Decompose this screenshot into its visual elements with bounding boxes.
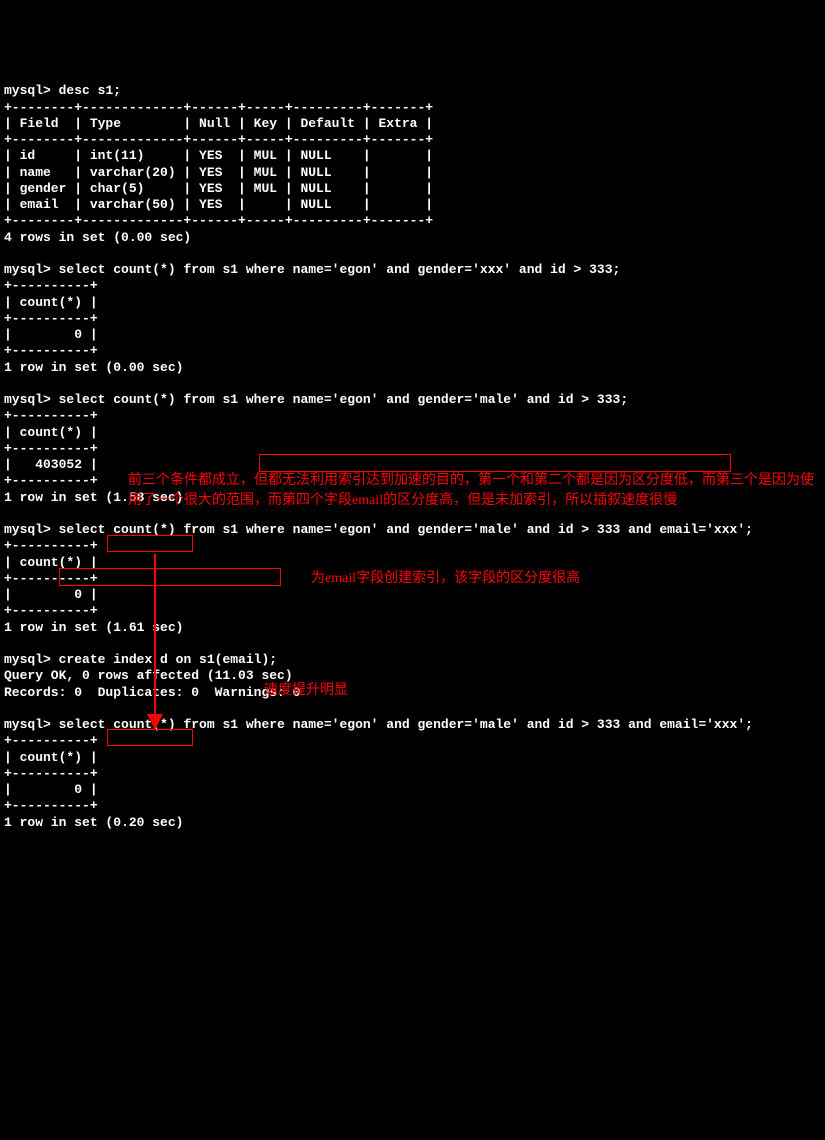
count-sep: +----------+ (4, 278, 98, 293)
highlight-box-where-clause (259, 454, 731, 472)
desc-row: | gender | char(5) | YES | MUL | NULL | … (4, 181, 433, 196)
count-row: | 0 | (4, 587, 98, 602)
count-row: | 0 | (4, 327, 98, 342)
annotation-speed-improved: 速度提升明显 (264, 681, 464, 701)
count-header: | count(*) | (4, 750, 98, 765)
mysql-prompt: mysql> (4, 392, 51, 407)
count-sep: +----------+ (4, 766, 98, 781)
desc-row: | id | int(11) | YES | MUL | NULL | | (4, 148, 433, 163)
mysql-prompt: mysql> (4, 262, 51, 277)
q1-timing: (0.00 sec) (105, 360, 183, 375)
count-sep: +----------+ (4, 311, 98, 326)
count-sep: +----------+ (4, 603, 98, 618)
highlight-box-create-index (59, 568, 281, 586)
mysql-prompt: mysql> (4, 522, 51, 537)
desc-header: | Field | Type | Null | Key | Default | … (4, 116, 433, 131)
q4-summary-prefix: 1 row in set (4, 815, 105, 830)
desc-summary: 4 rows in set (0.00 sec) (4, 230, 191, 245)
cmd-q2: select count(*) from s1 where name='egon… (59, 392, 629, 407)
count-sep: +----------+ (4, 733, 98, 748)
q4-timing: (0.20 sec) (105, 815, 183, 830)
mysql-prompt: mysql> (4, 717, 51, 732)
count-row: | 0 | (4, 782, 98, 797)
desc-sep: +--------+-------------+------+-----+---… (4, 100, 433, 115)
desc-sep: +--------+-------------+------+-----+---… (4, 213, 433, 228)
count-sep: +----------+ (4, 473, 98, 488)
arrow-icon (140, 554, 170, 734)
desc-row: | name | varchar(20) | YES | MUL | NULL … (4, 165, 433, 180)
count-sep: +----------+ (4, 343, 98, 358)
highlight-box-timing-q3 (107, 535, 193, 552)
mysql-prompt: mysql> (4, 83, 51, 98)
count-sep: +----------+ (4, 408, 98, 423)
count-sep: +----------+ (4, 538, 98, 553)
annotation-conditions: 前三个条件都成立，但都无法利用索引达到加速的目的，第一个和第二个都是因为区分度低… (128, 471, 818, 512)
mysql-prompt: mysql> (4, 652, 51, 667)
cmd-q1: select count(*) from s1 where name='egon… (59, 262, 621, 277)
count-header: | count(*) | (4, 295, 98, 310)
count-sep: +----------+ (4, 798, 98, 813)
q3-summary-prefix: 1 row in set (4, 620, 105, 635)
terminal-output: mysql> desc s1; +--------+-------------+… (4, 67, 821, 831)
count-sep: +----------+ (4, 441, 98, 456)
count-header: | count(*) | (4, 425, 98, 440)
desc-row: | email | varchar(50) | YES | | NULL | | (4, 197, 433, 212)
q2-summary-prefix: 1 row in set (4, 490, 105, 505)
q1-summary-prefix: 1 row in set (4, 360, 105, 375)
cmd-desc: desc s1; (59, 83, 121, 98)
desc-sep: +--------+-------------+------+-----+---… (4, 132, 433, 147)
annotation-create-index: 为email字段创建索引，该字段的区分度很高 (311, 569, 711, 589)
count-row: | 403052 | (4, 457, 98, 472)
